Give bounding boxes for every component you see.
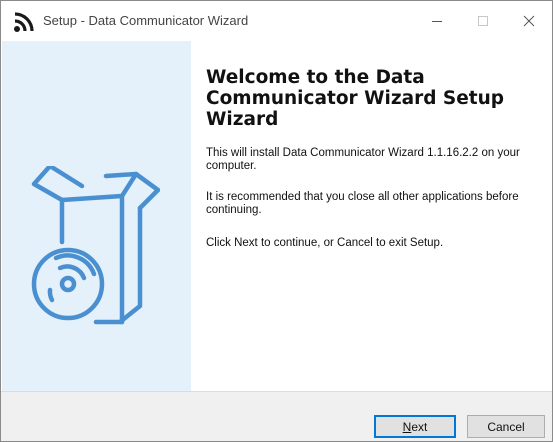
continue-instructions-text: Click Next to continue, or Cancel to exi… [206, 237, 444, 249]
minimize-button[interactable] [414, 1, 460, 41]
title-bar[interactable]: Setup - Data Communicator Wizard [1, 1, 552, 41]
software-box-cd-icon [31, 166, 160, 325]
maximize-icon [478, 16, 488, 26]
setup-window: Setup - Data Communicator Wizard Welcome… [0, 0, 553, 442]
next-button-label: ext [411, 419, 428, 434]
maximize-button[interactable] [460, 1, 506, 41]
window-title: Setup - Data Communicator Wizard [43, 13, 249, 28]
close-button[interactable] [506, 1, 552, 41]
close-icon [523, 15, 535, 27]
welcome-heading: Welcome to the Data Communicator Wizard … [206, 67, 505, 130]
minimize-icon [432, 21, 442, 22]
rss-feed-icon [13, 11, 35, 33]
button-bar: Next Cancel [1, 391, 552, 441]
cancel-button[interactable]: Cancel [467, 415, 545, 438]
welcome-content: Welcome to the Data Communicator Wizard … [191, 41, 552, 391]
close-apps-recommendation-text: It is recommended that you close all oth… [206, 191, 519, 216]
wizard-side-panel [2, 41, 191, 391]
install-info-text: This will install Data Communicator Wiza… [206, 147, 520, 172]
next-button[interactable]: Next [374, 415, 456, 438]
next-button-mnemonic: N [402, 419, 412, 434]
